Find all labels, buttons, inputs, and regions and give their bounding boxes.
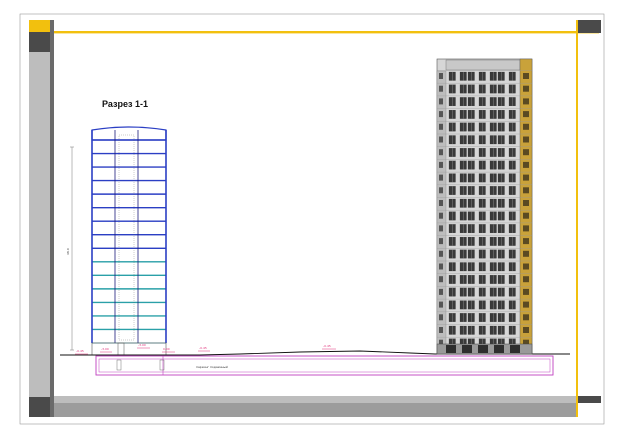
- facade-side-window: [439, 276, 443, 283]
- section-entrance: [117, 342, 125, 356]
- drawing-sheet: 48.0: [19, 13, 605, 425]
- right-yellow-line: [576, 20, 578, 417]
- facade-ochre-window: [523, 73, 529, 79]
- section-building: [91, 126, 167, 356]
- facade-ochre-window: [523, 149, 529, 156]
- facade-ochre-window: [523, 263, 529, 270]
- bottom-left-dark-block: [29, 397, 50, 417]
- section-elevator-shaft: [118, 134, 135, 341]
- facade-ochre-window: [523, 111, 529, 118]
- underground-parking-inner: [98, 358, 551, 373]
- underground-label: паркинг подземный: [196, 365, 228, 369]
- facade-ground-opening: [494, 345, 504, 353]
- facade-ground-opening: [446, 345, 456, 353]
- section-floor: [91, 302, 167, 317]
- section-floor: [91, 315, 167, 330]
- facade-ochre-window: [523, 238, 529, 245]
- facade-ochre-window: [523, 301, 529, 308]
- section-title: Разрез 1-1: [102, 99, 148, 109]
- height-dimension-label: 48.0: [66, 248, 70, 255]
- facade-ochre-window: [523, 98, 529, 105]
- section-floor: [91, 247, 167, 263]
- facade-side-window: [439, 250, 443, 257]
- corner-dark-block: [29, 32, 50, 52]
- facade-side-window: [439, 263, 443, 270]
- section-floor: [91, 139, 167, 154]
- facade-side-window: [439, 200, 443, 206]
- facade-parapet: [445, 59, 521, 71]
- top-right-dark-block: [578, 20, 601, 33]
- section-floor: [91, 153, 167, 168]
- facade-side-window: [439, 123, 443, 130]
- facade-ochre-window: [523, 250, 529, 257]
- section-floor: [91, 166, 167, 181]
- facade-ochre-window: [523, 136, 529, 143]
- facade-ochre-window: [523, 187, 529, 194]
- facade-side-window: [439, 314, 443, 321]
- top-yellow-line: [54, 31, 599, 34]
- facade-ground-opening: [478, 345, 488, 353]
- facade-ochre-window: [523, 161, 529, 168]
- facade-ochre-window: [523, 314, 529, 321]
- facade-ground-opening: [510, 345, 520, 353]
- facade-ochre-window: [523, 276, 529, 283]
- facade-side-window: [439, 136, 443, 143]
- facade-ochre-window: [523, 327, 529, 333]
- facade-ochre-window: [523, 174, 529, 181]
- section-floor: [91, 274, 167, 290]
- facade-side-window: [439, 301, 443, 308]
- section-floor: [91, 207, 167, 222]
- bottom-right-dark-block: [578, 396, 601, 403]
- left-gray-strip: [29, 52, 50, 397]
- facade-side-window: [439, 225, 443, 232]
- elev-label-b: -3.00: [138, 343, 146, 347]
- bottom-gray-strip: [54, 396, 576, 403]
- section-floor: [91, 329, 167, 344]
- elev-label-c: 0.00: [163, 347, 170, 351]
- underground-column-2: [159, 359, 165, 371]
- facade-ochre-window: [523, 212, 529, 219]
- section-floor: [91, 288, 167, 303]
- bottom-dark-strip: [54, 403, 576, 417]
- elev-label-mid: -0.45: [199, 346, 207, 350]
- corner-yellow-block: [29, 20, 50, 32]
- facade-side-window: [439, 73, 443, 79]
- elev-label-a: -3.00: [101, 347, 109, 351]
- facade-ochre-window: [523, 123, 529, 130]
- underground-column-1: [116, 359, 122, 371]
- section-floor: [91, 261, 167, 276]
- facade-side-window: [439, 238, 443, 245]
- section-floor: [91, 193, 167, 209]
- facade-side-window: [439, 187, 443, 194]
- elev-label-left: -0.45: [76, 349, 84, 353]
- facade-side-window: [439, 85, 443, 92]
- facade-ochre-window: [523, 85, 529, 92]
- left-inner-strip: [50, 20, 54, 417]
- facade-ochre-window: [523, 225, 529, 232]
- facade-side-window: [439, 111, 443, 118]
- section-roof: [91, 126, 167, 141]
- facade-ochre-window: [523, 200, 529, 206]
- facade-side-window: [439, 161, 443, 168]
- section-floor: [91, 220, 167, 236]
- facade-side-window: [439, 149, 443, 156]
- facade-ochre-window: [523, 288, 529, 295]
- facade-side-window: [439, 174, 443, 181]
- elev-label-road: -0.45: [323, 344, 331, 348]
- facade-building: [436, 58, 533, 355]
- facade-side-window: [439, 98, 443, 105]
- facade-side-window: [439, 212, 443, 219]
- facade-side-window: [439, 327, 443, 333]
- section-floor: [91, 234, 167, 249]
- facade-ground-opening: [462, 345, 472, 353]
- section-floor: [91, 180, 167, 195]
- facade-side-window: [439, 288, 443, 295]
